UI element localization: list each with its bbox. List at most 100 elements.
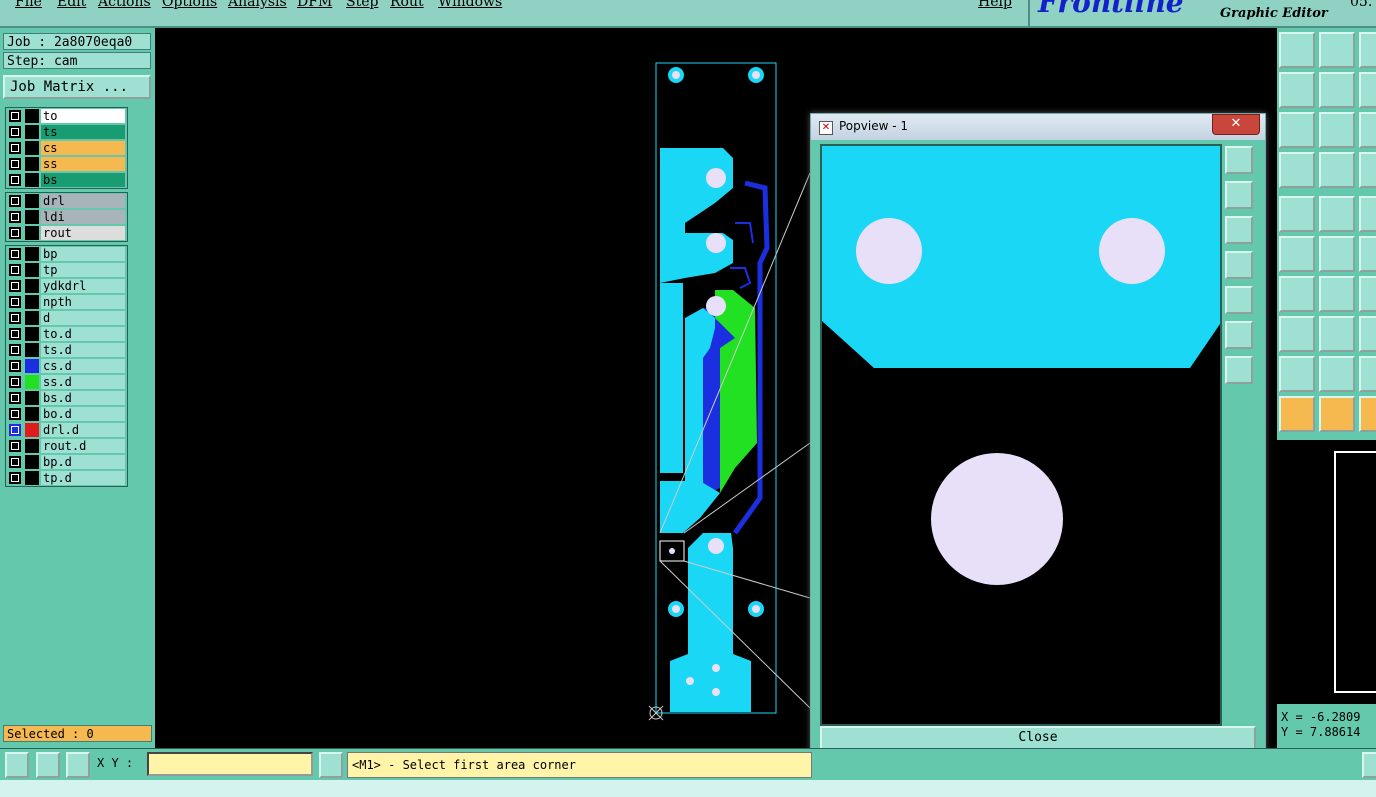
home-icon[interactable] — [1359, 32, 1376, 68]
close-icon[interactable]: ✕ — [1212, 114, 1260, 135]
layer-name[interactable]: bo.d — [41, 407, 125, 421]
layer-row-ss[interactable]: ss — [6, 156, 127, 172]
layer-color-swatch[interactable] — [25, 263, 39, 277]
pointer-select-icon[interactable] — [1319, 396, 1355, 432]
layer-name[interactable]: cs.d — [41, 359, 125, 373]
layer-row-drl[interactable]: drl — [6, 193, 127, 209]
more-icon[interactable] — [1362, 752, 1376, 778]
layer-color-swatch[interactable] — [25, 327, 39, 341]
dimension-icon[interactable] — [1359, 316, 1376, 352]
layer-checkbox[interactable] — [9, 392, 21, 404]
layer-color-swatch[interactable] — [25, 311, 39, 325]
layer-name[interactable]: ydkdrl — [41, 279, 125, 293]
popview-pan-right-icon[interactable] — [1225, 286, 1253, 314]
ruler-icon[interactable] — [1359, 196, 1376, 232]
close-button[interactable]: Close — [820, 726, 1256, 750]
layer-row-to-d[interactable]: to.d — [6, 326, 127, 342]
popview-zoom-out-icon[interactable] — [1225, 356, 1253, 384]
popview-pan-left-icon[interactable] — [1225, 251, 1253, 279]
layer-name[interactable]: drl.d — [41, 423, 125, 437]
pan-down-icon[interactable] — [1319, 32, 1355, 68]
stop-icon[interactable] — [1359, 396, 1376, 432]
layer-color-swatch[interactable] — [25, 343, 39, 357]
layer-color-swatch[interactable] — [25, 173, 39, 187]
zoom-out-icon[interactable] — [1319, 112, 1355, 148]
layer-row-ydkdrl[interactable]: ydkdrl — [6, 278, 127, 294]
menu-step[interactable]: Step — [346, 0, 378, 10]
layer-color-swatch[interactable] — [25, 247, 39, 261]
layer-name[interactable]: bp — [41, 247, 125, 261]
menu-analysis[interactable]: Analysis — [228, 0, 287, 10]
layer-row-ss-d[interactable]: ss.d — [6, 374, 127, 390]
layer-checkbox[interactable] — [9, 110, 21, 122]
menu-edit[interactable]: Edit — [57, 0, 86, 10]
layer-row-ts-d[interactable]: ts.d — [6, 342, 127, 358]
layer-row-d[interactable]: d — [6, 310, 127, 326]
popview-fit-icon[interactable] — [1225, 146, 1253, 174]
layer-color-swatch[interactable] — [25, 391, 39, 405]
layer-color-swatch[interactable] — [25, 210, 39, 224]
layer-checkbox[interactable] — [9, 264, 21, 276]
layer-row-ts[interactable]: ts — [6, 124, 127, 140]
layer-name[interactable]: ts.d — [41, 343, 125, 357]
layer-name[interactable]: d — [41, 311, 125, 325]
angle-alt-icon[interactable] — [1359, 356, 1376, 392]
layer-name[interactable]: ts — [41, 125, 125, 139]
connect-icon[interactable] — [1279, 236, 1315, 272]
snap-icon[interactable] — [5, 752, 29, 778]
line-edit-icon[interactable] — [1319, 196, 1355, 232]
popview-pan-down-icon[interactable] — [1225, 216, 1253, 244]
popview-zoom-in-icon[interactable] — [1225, 321, 1253, 349]
arc-icon[interactable] — [1359, 276, 1376, 312]
menu-rout[interactable]: Rout — [390, 0, 424, 10]
layer-color-swatch[interactable] — [25, 439, 39, 453]
alert-icon[interactable] — [319, 752, 343, 778]
pad-add-icon[interactable] — [1279, 316, 1315, 352]
job-matrix-button[interactable]: Job Matrix ... — [3, 75, 151, 99]
layer-checkbox[interactable] — [9, 126, 21, 138]
layer-name[interactable]: tp — [41, 263, 125, 277]
layer-name[interactable]: rout.d — [41, 439, 125, 453]
grid-icon[interactable] — [1319, 152, 1355, 188]
layer-checkbox[interactable] — [9, 360, 21, 372]
cross-icon[interactable] — [1319, 236, 1355, 272]
layer-row-drl-d[interactable]: drl.d — [6, 422, 127, 438]
layer-checkbox[interactable] — [9, 248, 21, 260]
layer-row-to[interactable]: to — [6, 108, 127, 124]
layer-checkbox[interactable] — [9, 158, 21, 170]
layer-row-bo-d[interactable]: bo.d — [6, 406, 127, 422]
layer-row-bs-d[interactable]: bs.d — [6, 390, 127, 406]
layer-name[interactable]: ldi — [41, 210, 125, 224]
pan-left-icon[interactable] — [1279, 72, 1315, 108]
popview-pan-up-icon[interactable] — [1225, 181, 1253, 209]
layer-name[interactable]: to.d — [41, 327, 125, 341]
view-options-icon[interactable] — [1279, 152, 1315, 188]
menu-help[interactable]: Help — [978, 0, 1012, 10]
grid-snap-icon[interactable] — [66, 752, 90, 778]
layer-name[interactable]: tp.d — [41, 471, 125, 485]
layer-color-swatch[interactable] — [25, 295, 39, 309]
layer-name[interactable]: npth — [41, 295, 125, 309]
measure-icon[interactable] — [1359, 152, 1376, 188]
layer-checkbox[interactable] — [9, 174, 21, 186]
pointer-icon[interactable] — [1279, 396, 1315, 432]
layer-checkbox[interactable] — [9, 195, 21, 207]
layer-color-swatch[interactable] — [25, 141, 39, 155]
angle-icon[interactable] — [1279, 276, 1315, 312]
angle-snap-icon[interactable] — [36, 752, 60, 778]
layer-color-swatch[interactable] — [25, 125, 39, 139]
layer-checkbox[interactable] — [9, 408, 21, 420]
layer-row-bs[interactable]: bs — [6, 172, 127, 188]
layer-checkbox[interactable] — [9, 472, 21, 484]
layer-name[interactable]: ss.d — [41, 375, 125, 389]
layer-name[interactable]: rout — [41, 226, 125, 240]
select-shape-icon[interactable] — [1279, 196, 1315, 232]
zoom-ratio-icon[interactable] — [1359, 112, 1376, 148]
layer-checkbox[interactable] — [9, 344, 21, 356]
layer-name[interactable]: bs — [41, 173, 125, 187]
layer-name[interactable]: cs — [41, 141, 125, 155]
layer-name[interactable]: bs.d — [41, 391, 125, 405]
layer-row-bp[interactable]: bp — [6, 246, 127, 262]
layer-name[interactable]: ss — [41, 157, 125, 171]
layer-checkbox[interactable] — [9, 376, 21, 388]
